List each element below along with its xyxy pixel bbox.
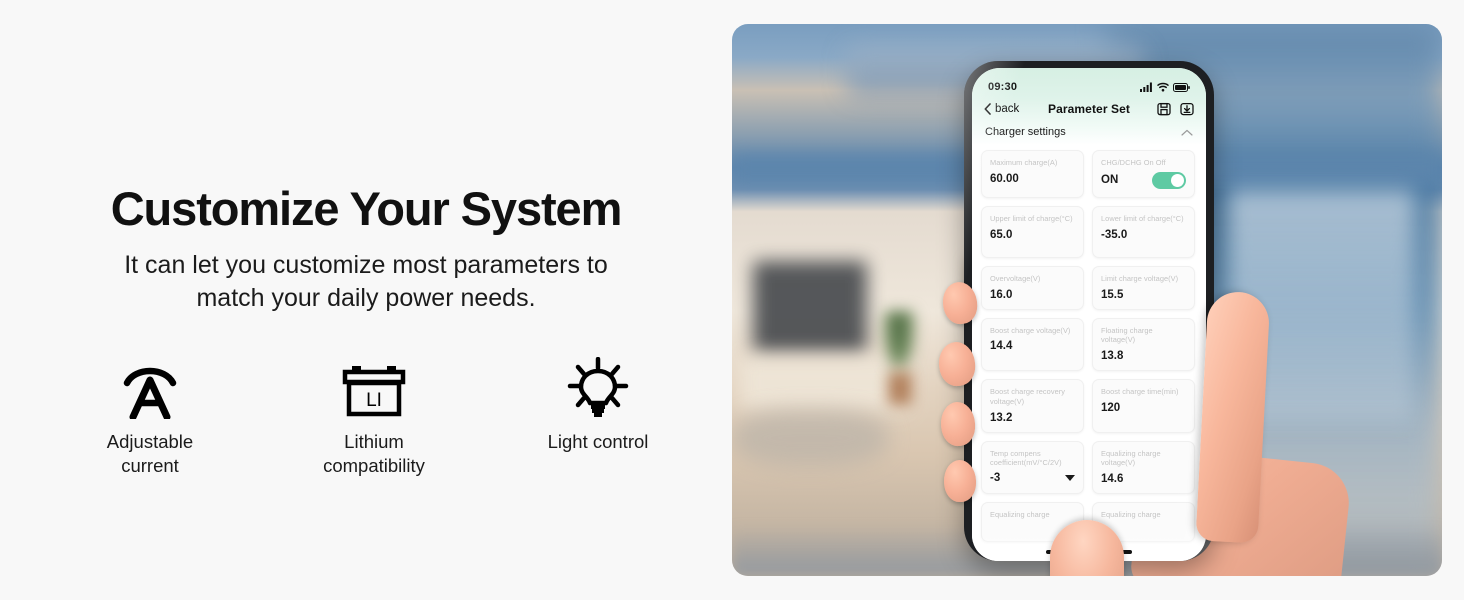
wifi-icon [1157, 82, 1169, 92]
parameter-card[interactable]: Lower limit of charge(°C) -35.0 [1092, 205, 1195, 258]
parameter-label: CHG/DCHG On Off [1101, 158, 1166, 167]
parameter-card[interactable]: Boost charge voltage(V) 14.4 [981, 317, 1084, 372]
promo-text-panel: Customize Your System It can let you cus… [0, 0, 732, 600]
page-subtitle: It can let you customize most parameters… [96, 249, 636, 315]
parameter-value: 60.00 [990, 172, 1019, 185]
parameter-label: Boost charge time(min) [1101, 387, 1179, 397]
parameter-card[interactable]: Maximum charge(A) 60.00 [981, 150, 1084, 198]
feature-adjustable-current: Adjustable current [70, 357, 230, 477]
feature-label-line-2: compatibility [323, 455, 425, 477]
thumb [1195, 290, 1271, 544]
feature-label-line-2: current [121, 455, 179, 477]
parameter-card[interactable]: Limit charge voltage(V) 15.5 [1092, 265, 1195, 310]
parameter-label: Overvoltage(V) [990, 273, 1041, 283]
charger-settings-section-header[interactable]: Charger settings [972, 122, 1206, 145]
feature-list: Adjustable current LI Lithium compatibil… [54, 357, 678, 477]
parameter-value: 14.4 [990, 340, 1013, 353]
screen-title: Parameter Set [1047, 102, 1130, 116]
promo-banner: Customize Your System It can let you cus… [0, 0, 1464, 600]
feature-label-line-1: Lithium [344, 431, 404, 453]
toggle-switch[interactable] [1152, 171, 1186, 189]
parameter-card[interactable]: Equalizing charge voltage(V) 14.6 [1092, 440, 1195, 495]
parameter-label: Boost charge recovery voltage(V) [990, 387, 1065, 406]
nav-actions [1132, 102, 1194, 116]
parameter-value: 14.6 [1101, 473, 1124, 486]
phone-device: 09:30 back Parameter Set Charger setting… [964, 61, 1214, 561]
parameter-label: Equalizing charge [990, 510, 1050, 520]
parameter-card[interactable]: Overvoltage(V) 16.0 [981, 265, 1084, 310]
adjustable-current-icon [119, 357, 181, 420]
chevron-left-icon [984, 103, 991, 115]
parameter-card[interactable]: Boost charge time(min) 120 [1092, 379, 1195, 433]
parameter-value: -35.0 [1101, 228, 1128, 241]
light-bulb-icon [566, 357, 630, 419]
download-icon[interactable] [1180, 102, 1194, 116]
feature-label: Adjustable current [107, 430, 193, 477]
status-bar: 09:30 [972, 76, 1206, 97]
page-title: Customize Your System [110, 182, 623, 235]
parameter-card-grid: Maximum charge(A) 60.00 CHG/DCHG On Off ON U… [972, 145, 1206, 543]
nav-bar: back Parameter Set [972, 97, 1206, 122]
parameter-value: 16.0 [990, 288, 1013, 301]
feature-label: Light control [548, 430, 649, 454]
lithium-battery-icon: LI [339, 357, 409, 419]
feature-label-line-1: Light control [547, 431, 649, 453]
chevron-down-icon[interactable] [1065, 475, 1075, 482]
feature-label: Lithium compatibility [323, 430, 425, 477]
parameter-card[interactable]: Boost charge recovery voltage(V) 13.2 [981, 379, 1084, 433]
feature-label-line-1: Adjustable [106, 431, 194, 453]
screen-header: 09:30 back Parameter Set Charger setting… [972, 68, 1206, 145]
cellular-signal-icon [1140, 82, 1152, 92]
feature-lithium-compatibility: LI Lithium compatibility [294, 357, 454, 477]
parameter-label: Lower limit of charge(°C) [1101, 213, 1184, 223]
status-bar-icons [1140, 82, 1190, 92]
save-icon[interactable] [1157, 102, 1171, 116]
plant-blur [881, 311, 917, 378]
parameter-label: Maximum charge(A) [990, 158, 1058, 167]
product-photo-card: 09:30 back Parameter Set Charger setting… [732, 24, 1442, 576]
parameter-label: Equalizing charge voltage(V) [1101, 448, 1161, 468]
plant-pot-blur [888, 371, 913, 405]
battery-icon [1173, 82, 1190, 92]
parameter-card[interactable]: CHG/DCHG On Off ON [1092, 150, 1195, 198]
chevron-up-icon[interactable] [1181, 129, 1193, 136]
parameter-label: Boost charge voltage(V) [990, 325, 1071, 335]
parameter-label: Floating charge voltage(V) [1101, 325, 1153, 345]
subtitle-line-1: It can let you customize most parameters… [124, 251, 608, 280]
feature-light-control: Light control [518, 357, 678, 454]
parameter-value: 13.8 [1101, 350, 1124, 363]
parameter-label: Temp compens coefficient(mV/°C/2V) [990, 448, 1062, 468]
parameter-value: ON [1101, 174, 1119, 187]
parameter-value: 13.2 [990, 411, 1013, 424]
parameter-label: Limit charge voltage(V) [1101, 273, 1179, 283]
parameter-value: -3 [990, 472, 1001, 485]
status-bar-time: 09:30 [988, 81, 1018, 93]
section-title: Charger settings [985, 126, 1066, 138]
back-button[interactable]: back [984, 103, 1046, 115]
parameter-label: Equalizing charge [1101, 510, 1161, 520]
parameter-value: 65.0 [990, 228, 1013, 241]
parameter-value: 120 [1101, 401, 1121, 414]
battery-chemistry-label: LI [366, 390, 382, 411]
toggle-knob [1171, 173, 1184, 187]
back-button-label: back [995, 103, 1020, 115]
parameter-label: Upper limit of charge(°C) [990, 213, 1073, 223]
parameter-card[interactable]: Temp compens coefficient(mV/°C/2V) -3 [981, 440, 1084, 495]
tv-blur [753, 261, 867, 356]
rug-blur [732, 410, 889, 466]
parameter-card[interactable]: Floating charge voltage(V) 13.8 [1092, 317, 1195, 372]
parameter-card[interactable]: Upper limit of charge(°C) 65.0 [981, 205, 1084, 258]
parameter-value: 15.5 [1101, 288, 1124, 301]
subtitle-line-2: match your daily power needs. [196, 284, 536, 313]
phone-screen: 09:30 back Parameter Set Charger setting… [972, 68, 1206, 561]
